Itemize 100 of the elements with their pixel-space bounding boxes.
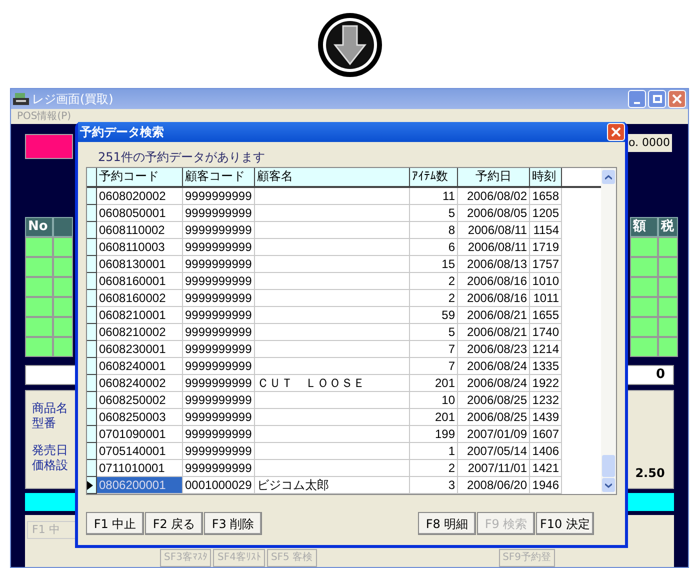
table-cell xyxy=(630,337,658,357)
table-cell: 2006/08/25 xyxy=(458,392,530,409)
table-cell xyxy=(658,277,678,297)
menu-item[interactable]: POS情報(P) xyxy=(17,109,72,124)
table-cell: 9999999999 xyxy=(183,358,255,375)
table-cell: 2006/08/05 xyxy=(458,205,530,222)
function-button[interactable]: F2 戻る xyxy=(145,512,203,535)
table-cell: 3 xyxy=(410,477,458,494)
table-cell: 9999999999 xyxy=(183,375,255,392)
scroll-thumb[interactable] xyxy=(602,455,615,477)
table-cell: 1719 xyxy=(530,239,562,256)
status-indicator xyxy=(25,134,73,159)
table-cell xyxy=(53,297,73,317)
table-cell: 1406 xyxy=(530,443,562,460)
row-selector[interactable] xyxy=(87,426,97,443)
table-cell: 0608050001 xyxy=(97,205,183,222)
table-cell: 2006/08/21 xyxy=(458,324,530,341)
shift-function-button[interactable]: SF3客ﾏｽﾀ xyxy=(160,549,212,567)
table-cell: 0608250002 xyxy=(97,392,183,409)
row-selector[interactable] xyxy=(87,239,97,256)
table-cell: 9999999999 xyxy=(183,222,255,239)
row-selector[interactable] xyxy=(87,460,97,477)
table-cell xyxy=(658,317,678,337)
shift-function-button[interactable]: SF5 客検 xyxy=(266,549,317,567)
row-selector[interactable] xyxy=(87,222,97,239)
table-cell: 9999999999 xyxy=(183,426,255,443)
row-selector[interactable] xyxy=(87,273,97,290)
maximize-button[interactable] xyxy=(648,90,666,108)
table-cell: 2 xyxy=(410,460,458,477)
scrollbar[interactable] xyxy=(601,168,616,494)
table-cell xyxy=(25,317,53,337)
table-cell: 201 xyxy=(410,375,458,392)
row-selector[interactable] xyxy=(87,409,97,426)
table-cell: 1011 xyxy=(530,290,562,307)
close-button[interactable] xyxy=(607,123,625,141)
table-cell: 9999999999 xyxy=(183,443,255,460)
table-cell: 59 xyxy=(410,307,458,324)
table-cell: 1214 xyxy=(530,341,562,358)
row-selector[interactable] xyxy=(87,307,97,324)
table-cell: 199 xyxy=(410,426,458,443)
table-cell xyxy=(630,317,658,337)
row-selector[interactable] xyxy=(87,324,97,341)
row-selector[interactable] xyxy=(87,358,97,375)
table-cell: 9999999999 xyxy=(183,460,255,477)
function-button[interactable]: F8 明細 xyxy=(418,512,476,535)
table-cell xyxy=(630,257,658,277)
table-cell: 0705140001 xyxy=(97,443,183,460)
table-cell: 1421 xyxy=(530,460,562,477)
current-row-icon xyxy=(87,480,93,490)
row-selector[interactable] xyxy=(87,290,97,307)
table-cell: 0608210001 xyxy=(97,307,183,324)
row-selector[interactable] xyxy=(87,205,97,222)
receipt-number: o. 0000 xyxy=(626,134,672,152)
table-cell xyxy=(630,237,658,257)
table-cell: 8 xyxy=(410,222,458,239)
row-selector[interactable] xyxy=(87,477,97,494)
row-selector[interactable] xyxy=(87,256,97,273)
table-cell xyxy=(658,257,678,277)
function-button[interactable]: F3 削除 xyxy=(204,512,262,535)
function-button[interactable]: F10 決定 xyxy=(536,512,594,535)
table-cell: 2006/08/24 xyxy=(458,358,530,375)
table-cell: 0608160001 xyxy=(97,273,183,290)
table-cell: 0608130001 xyxy=(97,256,183,273)
close-icon xyxy=(672,94,682,104)
table-cell: 2006/08/25 xyxy=(458,409,530,426)
close-button[interactable] xyxy=(668,90,686,108)
table-cell: 5 xyxy=(410,205,458,222)
column-header xyxy=(53,217,73,237)
table-cell xyxy=(53,257,73,277)
table-cell: 0608240002 xyxy=(97,375,183,392)
table-cell xyxy=(53,277,73,297)
scroll-up-button[interactable] xyxy=(602,170,615,184)
table-cell: 2006/08/24 xyxy=(458,375,530,392)
scroll-down-button[interactable] xyxy=(602,478,615,492)
shift-function-button[interactable]: SF4客ﾘｽﾄ xyxy=(213,549,265,567)
product-label: 型番 xyxy=(32,416,56,431)
column-header: 予約日 xyxy=(458,168,530,186)
table-cell: 15 xyxy=(410,256,458,273)
table-cell: 1 xyxy=(410,443,458,460)
table-cell: 1154 xyxy=(530,222,562,239)
table-cell: 0701090001 xyxy=(97,426,183,443)
table-cell: 1922 xyxy=(530,375,562,392)
row-selector[interactable] xyxy=(87,443,97,460)
window-title: レジ画面(買取) xyxy=(32,91,114,108)
row-selector[interactable] xyxy=(87,341,97,358)
table-cell: 2 xyxy=(410,273,458,290)
column-header: No xyxy=(25,217,53,237)
row-selector[interactable] xyxy=(87,392,97,409)
download-icon xyxy=(316,12,382,78)
table-cell: 9999999999 xyxy=(183,307,255,324)
shift-function-button[interactable]: SF9予約登 xyxy=(498,549,556,567)
table-cell: 0608210002 xyxy=(97,324,183,341)
column-header: 顧客コード xyxy=(183,168,255,186)
table-cell: 0608160002 xyxy=(97,290,183,307)
minimize-button[interactable] xyxy=(628,90,646,108)
table-cell: 6 xyxy=(410,239,458,256)
close-icon xyxy=(611,127,621,137)
function-button[interactable]: F1 中止 xyxy=(86,512,144,535)
row-selector[interactable] xyxy=(87,188,97,205)
row-selector[interactable] xyxy=(87,375,97,392)
